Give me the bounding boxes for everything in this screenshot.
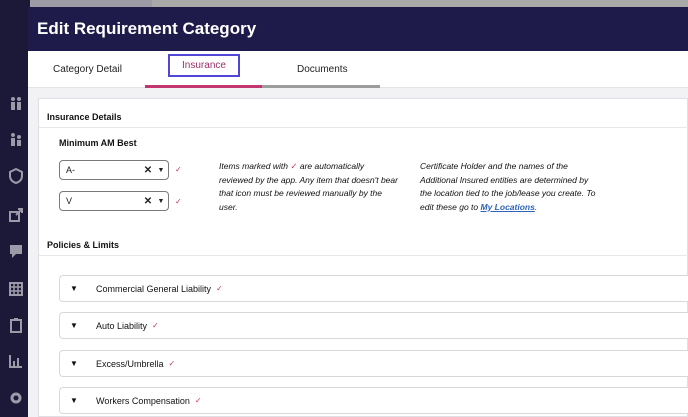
auto-review-check-icon: ✓ bbox=[168, 359, 176, 368]
policy-label: Workers Compensation bbox=[96, 395, 190, 406]
people-icon[interactable] bbox=[8, 131, 24, 147]
policy-row-commercial-general-liability[interactable]: ▼ Commercial General Liability ✓ bbox=[59, 275, 688, 302]
my-locations-link[interactable]: My Locations bbox=[481, 202, 535, 212]
section-divider bbox=[39, 255, 688, 256]
certificate-holder-note: Certificate Holder and the names of the … bbox=[420, 160, 598, 214]
policy-label: Commercial General Liability bbox=[96, 283, 212, 294]
am-best-size-select[interactable]: V ✕ ▼ bbox=[59, 191, 169, 211]
policy-row-excess-umbrella[interactable]: ▼ Excess/Umbrella ✓ bbox=[59, 350, 688, 377]
insurance-panel: Insurance Details Minimum AM Best A- ✕ ▼… bbox=[38, 98, 688, 417]
am-best-size-value: V bbox=[66, 196, 73, 206]
share-icon[interactable] bbox=[8, 207, 24, 223]
active-tab-indicator bbox=[145, 85, 262, 88]
team-icon[interactable] bbox=[8, 95, 24, 111]
tab-bar: Category Detail Insurance Documents bbox=[28, 51, 688, 88]
chart-icon[interactable] bbox=[8, 353, 24, 369]
min-am-best-label: Minimum AM Best bbox=[59, 138, 137, 148]
auto-review-check-icon: ✓ bbox=[175, 197, 182, 206]
expand-triangle-icon[interactable]: ▼ bbox=[70, 321, 96, 330]
auto-review-check-icon: ✓ bbox=[194, 396, 202, 405]
policy-label: Excess/Umbrella bbox=[96, 358, 164, 369]
chat-icon[interactable] bbox=[8, 243, 24, 259]
background-toolbar bbox=[152, 0, 688, 7]
auto-review-check-icon: ✓ bbox=[175, 165, 182, 174]
modal-title: Edit Requirement Category bbox=[37, 19, 257, 38]
clear-icon[interactable]: ✕ bbox=[142, 165, 154, 176]
note-period: . bbox=[534, 201, 538, 212]
tab-documents[interactable]: Documents bbox=[297, 51, 348, 88]
table-icon[interactable] bbox=[8, 281, 24, 297]
policy-row-workers-compensation[interactable]: ▼ Workers Compensation ✓ bbox=[59, 387, 688, 414]
auto-review-check-icon: ✓ bbox=[152, 321, 159, 330]
expand-triangle-icon[interactable]: ▼ bbox=[70, 284, 96, 293]
expand-triangle-icon[interactable]: ▼ bbox=[70, 396, 96, 405]
auto-review-check-icon: ✓ bbox=[216, 284, 223, 293]
tab-insurance[interactable]: Insurance bbox=[168, 54, 240, 77]
policies-limits-heading: Policies & Limits bbox=[47, 240, 120, 250]
auto-review-note-text: Items marked with bbox=[219, 161, 288, 171]
clipboard-icon[interactable] bbox=[8, 317, 24, 333]
shield-icon[interactable] bbox=[8, 168, 24, 184]
am-best-rating-value: A- bbox=[66, 165, 75, 175]
auto-review-note: Items marked with ✓ are automatically re… bbox=[219, 160, 399, 214]
modal-header: Edit Requirement Category bbox=[28, 7, 688, 51]
edit-requirement-category-modal: Edit Requirement Category Category Detai… bbox=[28, 7, 688, 417]
chevron-down-icon[interactable]: ▼ bbox=[154, 198, 168, 205]
insurance-details-heading: Insurance Details bbox=[47, 112, 122, 122]
am-best-rating-select[interactable]: A- ✕ ▼ bbox=[59, 160, 169, 180]
clear-icon[interactable]: ✕ bbox=[142, 196, 154, 207]
policy-row-auto-liability[interactable]: ▼ Auto Liability ✓ bbox=[59, 312, 688, 339]
app-sidebar bbox=[0, 0, 30, 417]
section-divider bbox=[39, 127, 688, 128]
settings-icon[interactable] bbox=[8, 390, 24, 406]
auto-review-check-icon: ✓ bbox=[290, 161, 298, 171]
expand-triangle-icon[interactable]: ▼ bbox=[70, 359, 96, 368]
policy-label: Auto Liability bbox=[96, 320, 148, 331]
tab-category-detail[interactable]: Category Detail bbox=[53, 51, 122, 88]
chevron-down-icon[interactable]: ▼ bbox=[154, 167, 168, 174]
